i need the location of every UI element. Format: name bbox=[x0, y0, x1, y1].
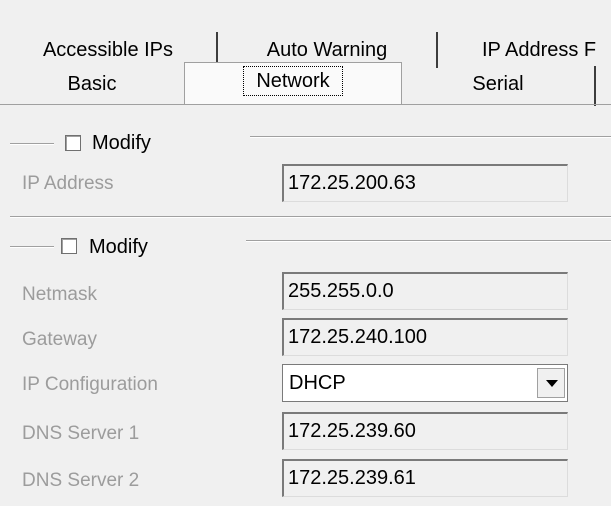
gateway-field[interactable]: 172.25.240.100 bbox=[282, 318, 568, 356]
tab-ip-address-filter[interactable]: IP Address F bbox=[438, 32, 611, 68]
tab-label: Auto Warning bbox=[266, 39, 388, 61]
tab-label: IP Address F bbox=[482, 39, 597, 61]
ip-address-label: IP Address bbox=[22, 173, 114, 194]
netmask-field[interactable]: 255.255.0.0 bbox=[282, 272, 568, 310]
tab-basic[interactable]: Basic bbox=[0, 66, 184, 106]
tab-serial[interactable]: Serial bbox=[402, 66, 596, 106]
group-separator bbox=[246, 240, 611, 242]
ip-configuration-label: IP Configuration bbox=[22, 374, 158, 395]
group-separator bbox=[10, 143, 54, 145]
section-divider bbox=[10, 216, 611, 218]
ip-configuration-value: DHCP bbox=[289, 372, 346, 394]
ip-configuration-select[interactable]: DHCP bbox=[282, 364, 568, 402]
dropdown-arrow-icon[interactable] bbox=[537, 368, 565, 398]
tab-label: Serial bbox=[472, 73, 524, 95]
modify-checkbox-1[interactable] bbox=[65, 135, 81, 151]
group-separator bbox=[250, 136, 611, 138]
modify-label-1: Modify bbox=[92, 132, 151, 154]
modify-label-2: Modify bbox=[89, 236, 148, 258]
tab-row-front: Basic Network Serial bbox=[0, 62, 611, 106]
dns-server-1-label: DNS Server 1 bbox=[22, 423, 140, 444]
tab-label: Network bbox=[243, 66, 343, 96]
group-separator bbox=[10, 246, 54, 248]
tab-panel-border bbox=[0, 104, 611, 105]
tab-label: Accessible IPs bbox=[42, 39, 174, 61]
modify-checkbox-2[interactable] bbox=[61, 238, 77, 254]
dns-server-1-field[interactable]: 172.25.239.60 bbox=[282, 412, 568, 450]
tab-label: Basic bbox=[67, 73, 117, 95]
gateway-label: Gateway bbox=[22, 329, 97, 350]
dns-server-2-label: DNS Server 2 bbox=[22, 470, 140, 491]
netmask-label: Netmask bbox=[22, 284, 97, 305]
ip-address-field[interactable]: 172.25.200.63 bbox=[282, 164, 568, 202]
dns-server-2-field[interactable]: 172.25.239.61 bbox=[282, 459, 568, 497]
tab-network[interactable]: Network bbox=[184, 62, 402, 104]
